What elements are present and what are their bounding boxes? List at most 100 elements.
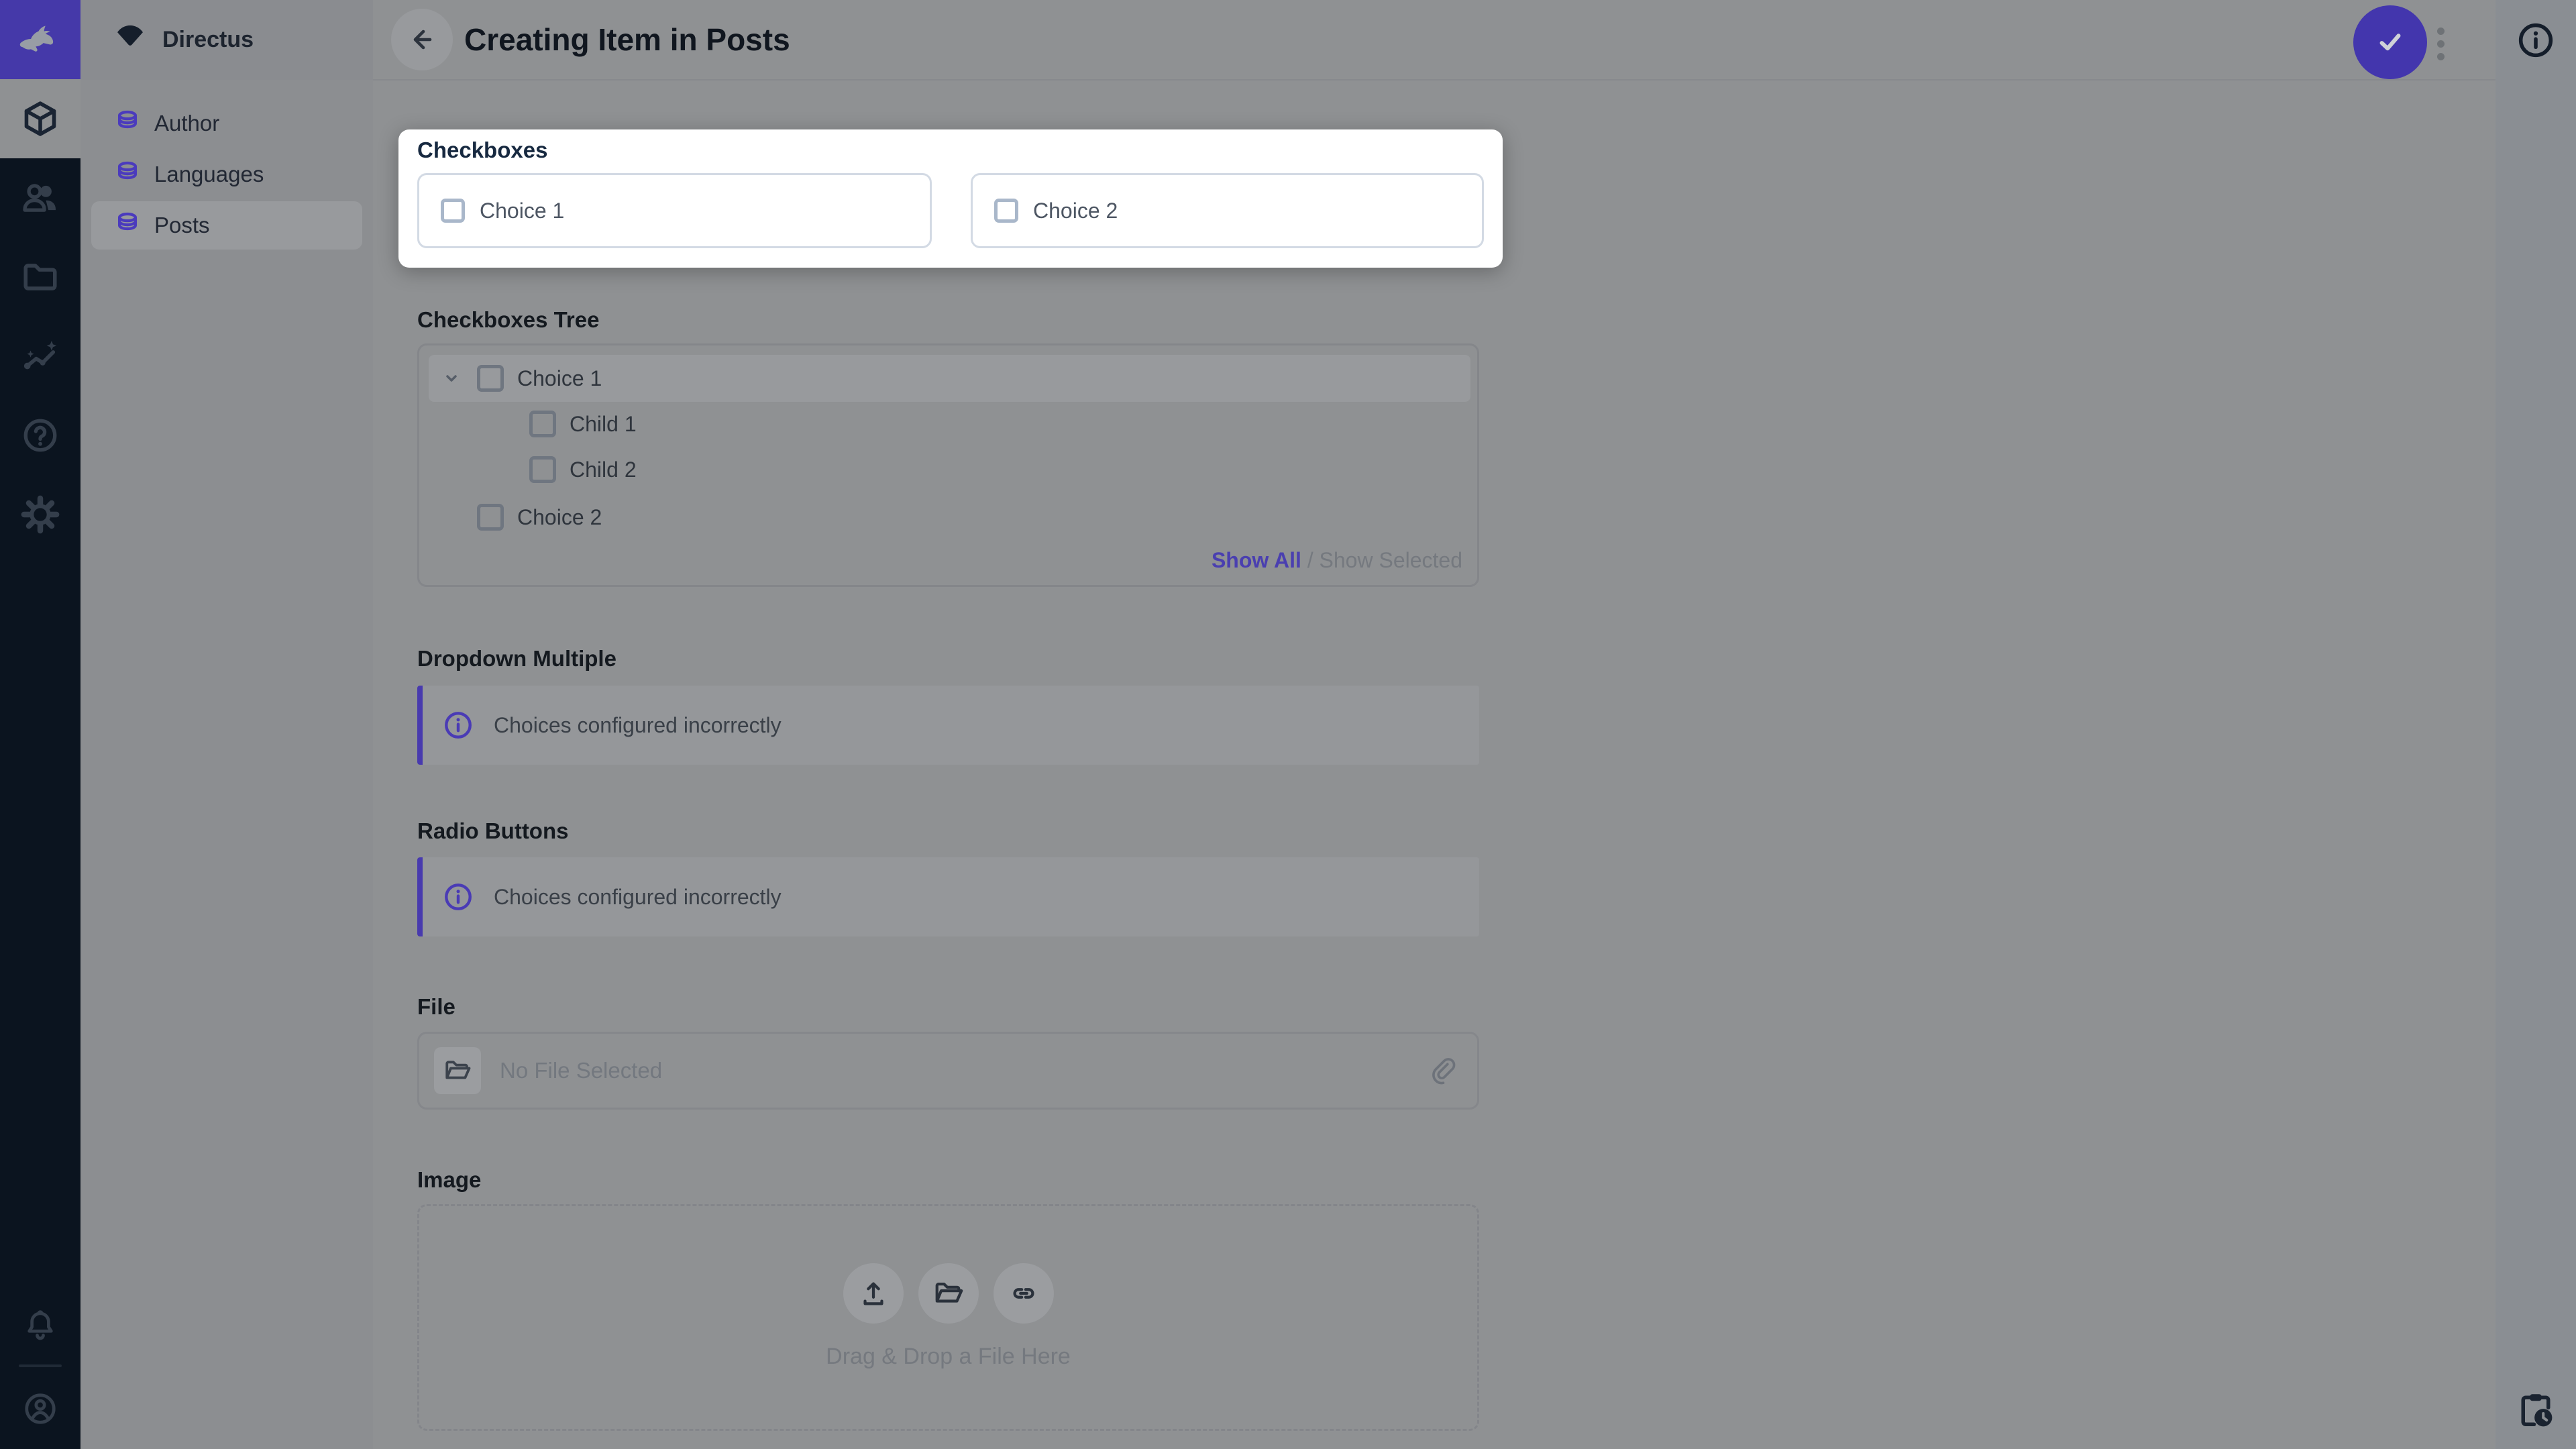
tree-item-label: Choice 1 bbox=[517, 366, 602, 391]
footer-separator: / bbox=[1301, 548, 1320, 572]
tree-row-child2[interactable]: Child 2 bbox=[529, 447, 637, 492]
people-icon bbox=[21, 178, 60, 217]
save-button[interactable] bbox=[2353, 5, 2427, 79]
nav-item-label: Languages bbox=[154, 162, 264, 187]
kebab-dot bbox=[2437, 53, 2445, 60]
dropzone-hint: Drag & Drop a File Here bbox=[419, 1344, 1477, 1370]
account-button[interactable] bbox=[0, 1391, 80, 1426]
nav-item-languages[interactable]: Languages bbox=[91, 150, 362, 199]
item-options-button[interactable] bbox=[2427, 13, 2454, 74]
module-help[interactable] bbox=[0, 396, 80, 475]
tree-item-label: Choice 2 bbox=[517, 505, 602, 530]
bell-icon bbox=[22, 1308, 58, 1344]
nav-sidebar: Directus Author Languages Pos bbox=[80, 0, 373, 1449]
paperclip-icon[interactable] bbox=[1428, 1056, 1457, 1085]
tree-footer: Show All / Show Selected bbox=[1212, 548, 1462, 573]
notice-text: Choices configured incorrectly bbox=[494, 713, 782, 738]
choose-from-library-button[interactable] bbox=[918, 1263, 979, 1324]
tree-row-child1[interactable]: Child 1 bbox=[529, 401, 637, 447]
module-settings[interactable] bbox=[0, 475, 80, 554]
database-icon bbox=[113, 109, 142, 138]
directus-app: Directus Author Languages Pos bbox=[0, 0, 2576, 1449]
nav-item-posts[interactable]: Posts bbox=[91, 201, 362, 250]
field-label-dropdown-multiple: Dropdown Multiple bbox=[417, 646, 616, 672]
checkbox-unchecked[interactable] bbox=[477, 365, 504, 392]
database-icon bbox=[113, 160, 142, 189]
folder-open-icon bbox=[933, 1278, 964, 1309]
link-icon bbox=[1008, 1278, 1039, 1309]
project-chooser[interactable]: Directus bbox=[80, 0, 373, 80]
radio-buttons-notice: Choices configured incorrectly bbox=[417, 857, 1479, 936]
checkbox-unchecked[interactable] bbox=[477, 504, 504, 531]
tree-row-choice1[interactable]: Choice 1 bbox=[439, 356, 602, 401]
module-bar bbox=[0, 0, 80, 1449]
project-name: Directus bbox=[162, 27, 254, 53]
checkbox-unchecked[interactable] bbox=[441, 199, 465, 223]
notice-text: Choices configured incorrectly bbox=[494, 885, 782, 910]
folder-open-icon bbox=[443, 1057, 472, 1085]
module-users[interactable] bbox=[0, 158, 80, 237]
checkbox-option-label: Choice 2 bbox=[1033, 199, 1118, 223]
folder-icon bbox=[21, 258, 60, 297]
checkboxes-tree-field: Choice 1 Child 1 Child 2 Choice 2 Show A… bbox=[417, 343, 1479, 587]
clipboard-clock-icon bbox=[2516, 1390, 2556, 1430]
dropzone-actions bbox=[419, 1263, 1477, 1324]
checkbox-unchecked[interactable] bbox=[994, 199, 1018, 223]
right-sidebar bbox=[2496, 0, 2576, 1449]
notifications-button[interactable] bbox=[0, 1309, 80, 1344]
arrow-back-icon bbox=[406, 23, 438, 56]
field-label-checkboxes: Checkboxes bbox=[417, 138, 547, 163]
browse-files-button[interactable] bbox=[434, 1047, 481, 1094]
gear-icon bbox=[21, 495, 60, 534]
image-dropzone[interactable]: Drag & Drop a File Here bbox=[417, 1204, 1479, 1431]
database-icon bbox=[113, 211, 142, 240]
module-files[interactable] bbox=[0, 237, 80, 317]
nav-item-author[interactable]: Author bbox=[91, 99, 362, 148]
upload-file-button[interactable] bbox=[843, 1263, 904, 1324]
field-label-image: Image bbox=[417, 1167, 481, 1193]
nav-item-label: Author bbox=[154, 111, 219, 136]
tree-item-label: Child 1 bbox=[570, 412, 637, 437]
directus-logo[interactable] bbox=[0, 0, 80, 79]
file-input[interactable]: No File Selected bbox=[417, 1032, 1479, 1110]
info-icon bbox=[2516, 21, 2555, 60]
dropdown-multiple-notice: Choices configured incorrectly bbox=[417, 686, 1479, 765]
module-content[interactable] bbox=[0, 79, 80, 158]
checkbox-option-choice1[interactable]: Choice 1 bbox=[417, 173, 932, 248]
tree-row-choice2[interactable]: Choice 2 bbox=[477, 494, 602, 540]
insights-icon bbox=[21, 337, 60, 376]
import-from-url-button[interactable] bbox=[994, 1263, 1054, 1324]
checkbox-unchecked[interactable] bbox=[529, 456, 556, 483]
field-label-checkboxes-tree: Checkboxes Tree bbox=[417, 307, 599, 333]
show-selected-link[interactable]: Show Selected bbox=[1320, 548, 1462, 572]
module-insights[interactable] bbox=[0, 317, 80, 396]
header-divider bbox=[373, 79, 2496, 80]
info-sidebar-button[interactable] bbox=[2514, 19, 2557, 62]
checkbox-option-label: Choice 1 bbox=[480, 199, 564, 223]
checkbox-unchecked[interactable] bbox=[529, 411, 556, 437]
kebab-dot bbox=[2437, 28, 2445, 35]
check-icon bbox=[2373, 25, 2408, 60]
field-checkboxes: Checkboxes Choice 1 Choice 2 bbox=[398, 129, 1503, 268]
show-all-link[interactable]: Show All bbox=[1212, 548, 1301, 572]
tree-item-label: Child 2 bbox=[570, 458, 637, 482]
project-wedge-icon bbox=[113, 23, 148, 58]
box-icon bbox=[21, 99, 60, 138]
checkbox-option-choice2[interactable]: Choice 2 bbox=[971, 173, 1484, 248]
sidebar-divider bbox=[19, 1364, 62, 1367]
file-placeholder: No File Selected bbox=[500, 1058, 1428, 1083]
upload-icon bbox=[858, 1278, 889, 1309]
info-icon bbox=[443, 881, 474, 912]
info-icon bbox=[443, 710, 474, 741]
nav-item-label: Posts bbox=[154, 213, 210, 238]
page-title: Creating Item in Posts bbox=[464, 0, 790, 79]
field-label-radio-buttons: Radio Buttons bbox=[417, 818, 568, 844]
kebab-dot bbox=[2437, 40, 2445, 48]
chevron-down-icon[interactable] bbox=[439, 366, 464, 390]
help-icon bbox=[21, 416, 60, 455]
avatar-icon bbox=[22, 1391, 58, 1427]
back-button[interactable] bbox=[391, 9, 453, 70]
field-label-file: File bbox=[417, 994, 455, 1020]
revisions-button[interactable] bbox=[2516, 1390, 2556, 1430]
rabbit-logo-icon bbox=[15, 15, 65, 64]
